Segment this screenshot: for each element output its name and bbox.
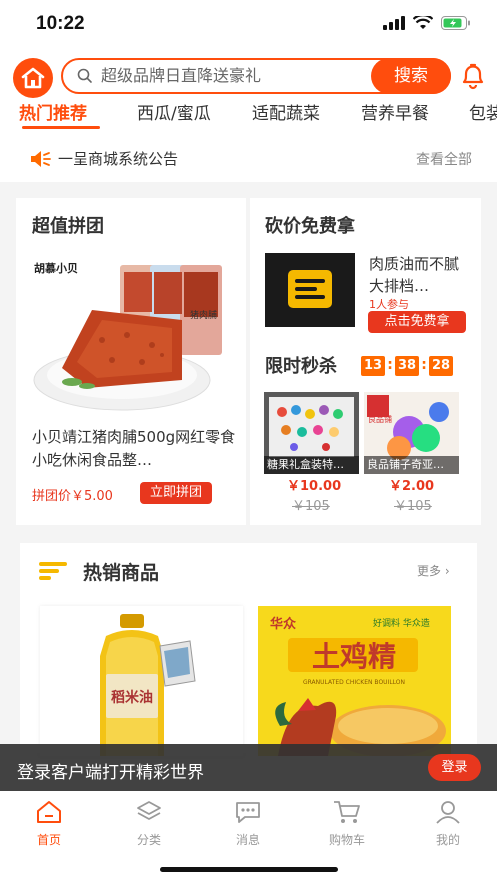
user-icon (436, 801, 460, 824)
tabbar-cart-label[interactable]: 购物车 (312, 831, 382, 848)
hot-item-1-image[interactable]: 稻米油 (40, 606, 243, 756)
search-placeholder[interactable]: 超级品牌日直降送豪礼 (101, 66, 261, 86)
wifi-icon (413, 16, 433, 29)
flash-item-1-orig-price: ￥105 (292, 499, 330, 514)
home-button[interactable] (13, 58, 53, 98)
jerky-package-label: 猪肉脯 (190, 309, 217, 321)
group-buy-product-name[interactable]: 小贝靖江猪肉脯500g网红零食小吃休闲食品整… (32, 426, 237, 472)
tabbar-profile-label[interactable]: 我的 (413, 831, 483, 848)
oil-label: 稻米油 (111, 689, 153, 706)
notice-text[interactable]: 一呈商城系统公告 (58, 148, 178, 169)
group-buy-card[interactable]: 超值拼团 猪肉脯 胡慕小贝 小贝靖江猪肉脯500g网红零食小吃休闲食品整… 拼团… (16, 198, 246, 525)
chicken-bouillon-image: 华众 好调料 华众造 土鸡精 GRANULATED CHICKEN BOUILL… (258, 606, 451, 756)
login-banner: 登录客户端打开精彩世界 登录 (0, 744, 497, 791)
tab-melon[interactable]: 西瓜/蜜瓜 (137, 103, 211, 125)
tabbar-cart[interactable]: 购物车 (312, 799, 382, 848)
hot-products-section: 热销商品 更多 › 稻米油 华众 好调料 华众造 土鸡精 GRANULATED … (20, 543, 477, 756)
hot-item-2-image[interactable]: 华众 好调料 华众造 土鸡精 GRANULATED CHICKEN BOUILL… (258, 606, 451, 756)
tabbar-home[interactable]: 首页 (14, 799, 84, 848)
tabbar-messages[interactable]: 消息 (213, 799, 283, 848)
flash-item-1-name: 糖果礼盒装特… (264, 456, 359, 474)
bouillon-brand: 华众 (270, 616, 296, 632)
hot-products-title: 热销商品 (83, 562, 160, 584)
flash-item-2-name: 良品铺子奇亚… (364, 456, 459, 474)
more-label[interactable]: 更多 (417, 564, 441, 578)
status-icons (383, 16, 471, 30)
bargain-participants: 1人参与 (369, 298, 409, 311)
countdown-seconds: 28 (429, 356, 453, 376)
snack-brand-logo: 良品铺 (368, 414, 392, 424)
home-indicator (160, 867, 338, 872)
countdown-minutes: 38 (395, 356, 419, 376)
flash-item-1-price: ￥10.00 (287, 479, 342, 494)
oil-bottle-image: 稻米油 (100, 614, 196, 756)
signal-icon (383, 16, 405, 30)
bargain-product-name[interactable]: 肉质油而不腻大排档… (369, 253, 469, 297)
more-link[interactable]: 更多 › (417, 562, 450, 579)
countdown-hours: 13 (361, 356, 385, 376)
layers-icon (137, 801, 161, 820)
status-bar: 10:22 (0, 0, 497, 50)
battery-icon (441, 16, 470, 30)
speaker-icon (31, 151, 51, 167)
chat-icon (236, 802, 260, 823)
active-tab-indicator (22, 126, 100, 129)
bell-icon[interactable] (460, 62, 486, 90)
bargain-logo-icon (288, 270, 332, 308)
bargain-product-image[interactable] (265, 253, 355, 327)
cart-icon (334, 801, 360, 823)
countdown-sep: : (421, 357, 427, 373)
flash-item-2-image[interactable]: 良品铺 良品铺子奇亚… (364, 392, 459, 474)
group-buy-price: 拼团价￥5.00 (32, 489, 113, 504)
hot-lines-icon (39, 562, 67, 580)
search-bar[interactable]: 超级品牌日直降送豪礼 搜索 (61, 58, 451, 94)
tabbar-home-label[interactable]: 首页 (14, 831, 84, 848)
bouillon-tag: 好调料 华众造 (373, 617, 430, 629)
flash-item-2-price: ￥2.00 (389, 479, 435, 494)
tab-packaging[interactable]: 包装 (469, 103, 497, 125)
bargain-title: 砍价免费拿 (265, 216, 355, 237)
join-group-button[interactable]: 立即拼团 (140, 482, 212, 504)
jerky-brand-logo: 胡慕小贝 (34, 261, 78, 275)
countdown-sep: : (387, 357, 393, 373)
login-button[interactable]: 登录 (428, 754, 481, 781)
search-icon (77, 68, 92, 83)
group-buy-title: 超值拼团 (32, 216, 104, 237)
group-buy-product-image[interactable]: 猪肉脯 胡慕小贝 (32, 250, 232, 420)
bouillon-en: GRANULATED CHICKEN BOUILLON (303, 679, 405, 686)
tabbar-profile[interactable]: 我的 (413, 799, 483, 848)
category-tabs: 热门推荐 西瓜/蜜瓜 适配蔬菜 营养早餐 包装 (0, 103, 497, 137)
bargain-button[interactable]: 点击免费拿 (368, 311, 466, 333)
notice-bar[interactable]: 一呈商城系统公告 查看全部 (0, 146, 497, 170)
status-time: 10:22 (36, 13, 85, 34)
flash-item-2-orig-price: ￥105 (394, 499, 432, 514)
home-icon (21, 67, 45, 89)
view-all-link[interactable]: 查看全部 (416, 149, 472, 169)
tab-hot[interactable]: 热门推荐 (19, 103, 87, 125)
flash-sale-countdown: 13:38:28 (361, 354, 453, 376)
flash-item-1-image[interactable]: 糖果礼盒装特… (264, 392, 359, 474)
flash-sale-title: 限时秒杀 (265, 356, 337, 377)
bouillon-name: 土鸡精 (312, 640, 396, 673)
tabbar-messages-label[interactable]: 消息 (213, 831, 283, 848)
tab-breakfast[interactable]: 营养早餐 (361, 103, 429, 125)
home-icon (37, 801, 61, 823)
login-banner-text: 登录客户端打开精彩世界 (17, 763, 204, 783)
search-button[interactable]: 搜索 (371, 58, 451, 94)
bargain-card: 砍价免费拿 肉质油而不腻大排档… 1人参与 点击免费拿 限时秒杀 13:38:2… (250, 198, 481, 525)
tab-vegetables[interactable]: 适配蔬菜 (252, 103, 320, 125)
jerky-image: 猪肉脯 胡慕小贝 (33, 261, 222, 411)
tabbar-category[interactable]: 分类 (114, 799, 184, 848)
tabbar-category-label[interactable]: 分类 (114, 831, 184, 848)
